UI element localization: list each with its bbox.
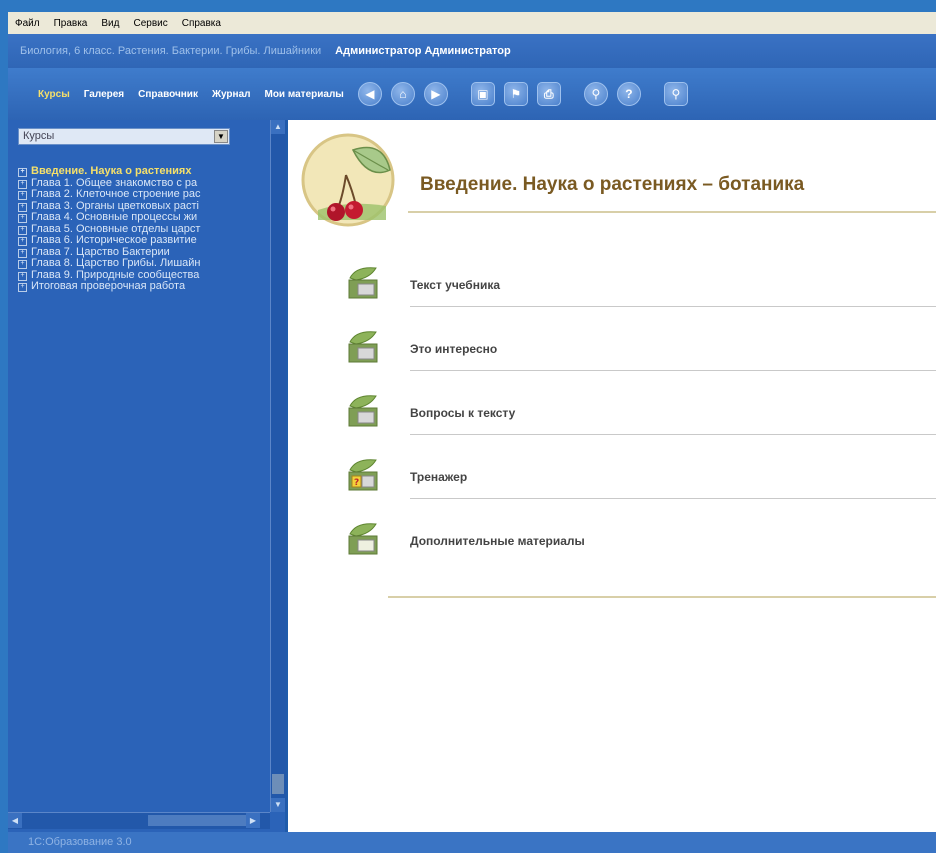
- scroll-down-icon[interactable]: ▼: [271, 798, 285, 812]
- expand-icon[interactable]: +: [18, 237, 27, 246]
- chevron-down-icon[interactable]: ▼: [214, 130, 228, 143]
- app-window: Файл Правка Вид Сервис Справка Биология,…: [8, 12, 936, 853]
- expand-icon[interactable]: +: [18, 283, 27, 292]
- tree-item[interactable]: + Глава 6. Историческое развитие: [18, 235, 268, 247]
- leaf-book-icon: [348, 331, 378, 363]
- tree-item[interactable]: + Глава 5. Основные отделы царст: [18, 224, 268, 236]
- status-text: 1С:Образование 3.0: [28, 836, 132, 848]
- home-icon[interactable]: ⌂: [390, 82, 415, 106]
- print-icon[interactable]: ⎙: [536, 82, 561, 106]
- leaf-book-icon: [348, 395, 378, 427]
- tree-item[interactable]: + Глава 8. Царство Грибы. Лишайн: [18, 258, 268, 270]
- expand-icon[interactable]: +: [18, 168, 27, 177]
- content-area: Введение. Наука о растениях – ботаника Т…: [288, 120, 936, 832]
- user-name: Администратор Администратор: [335, 45, 511, 57]
- tree-item[interactable]: + Глава 9. Природные сообщества: [18, 270, 268, 282]
- bottom-divider: [388, 596, 936, 598]
- scroll-thumb[interactable]: [272, 774, 284, 794]
- course-title: Биология, 6 класс. Растения. Бактерии. Г…: [20, 45, 322, 57]
- tree-item[interactable]: + Итоговая проверочная работа: [18, 281, 268, 293]
- item-interesting[interactable]: Это интересно: [410, 342, 497, 356]
- divider: [410, 370, 936, 371]
- expand-icon[interactable]: +: [18, 225, 27, 235]
- expand-icon[interactable]: +: [18, 214, 27, 223]
- sidebar-horizontal-scrollbar[interactable]: ◀ ▶: [8, 812, 270, 829]
- tree-item[interactable]: + Глава 2. Клеточное строение рас: [18, 189, 268, 201]
- divider: [410, 434, 936, 435]
- expand-icon[interactable]: +: [18, 191, 27, 200]
- divider: [410, 306, 936, 307]
- menu-file[interactable]: Файл: [8, 18, 47, 29]
- list-item[interactable]: Это интересно: [346, 318, 936, 382]
- title-divider: [408, 211, 936, 213]
- tree-item[interactable]: + Глава 1. Общее знакомство с ра: [18, 178, 268, 190]
- nav-gallery[interactable]: Галерея: [84, 89, 124, 100]
- menu-help[interactable]: Справка: [175, 18, 228, 29]
- help-icon[interactable]: ?: [616, 82, 641, 106]
- expand-icon[interactable]: +: [18, 248, 27, 258]
- list-item[interactable]: ? Тренажер: [346, 446, 936, 510]
- zoom-icon[interactable]: ⚲: [663, 82, 688, 106]
- divider: [410, 498, 936, 499]
- course-select[interactable]: Курсы ▼: [18, 128, 230, 145]
- svg-text:?: ?: [354, 478, 359, 488]
- tree-item[interactable]: + Глава 3. Органы цветковых расті: [18, 201, 268, 213]
- page-title: Введение. Наука о растениях – ботаника: [420, 174, 805, 195]
- nav-my-materials[interactable]: Мои материалы: [264, 89, 343, 100]
- list-item[interactable]: Вопросы к тексту: [346, 382, 936, 446]
- course-tree: + Введение. Наука о растениях + Глава 1. О…: [18, 166, 268, 293]
- menu-service[interactable]: Сервис: [126, 18, 174, 29]
- item-trainer[interactable]: Тренажер: [410, 470, 467, 484]
- sidebar-vertical-scrollbar[interactable]: ▲ ▼: [270, 120, 286, 812]
- forward-icon[interactable]: ▶: [423, 82, 448, 106]
- menu-bar: Файл Правка Вид Сервис Справка: [8, 12, 936, 35]
- item-additional-materials[interactable]: Дополнительные материалы: [410, 534, 585, 548]
- list-item[interactable]: Дополнительные материалы: [346, 510, 936, 574]
- bookmark-icon[interactable]: ⚑: [503, 82, 528, 106]
- cherry-leaf-logo-icon: [301, 133, 395, 227]
- scroll-up-icon[interactable]: ▲: [271, 120, 285, 134]
- course-select-value: Курсы: [23, 130, 55, 142]
- item-textbook[interactable]: Текст учебника: [410, 278, 500, 292]
- toolbar: Курсы Галерея Справочник Журнал Мои мате…: [8, 68, 936, 120]
- expand-icon[interactable]: +: [18, 260, 27, 269]
- tree-item[interactable]: + Глава 7. Царство Бактерии: [18, 247, 268, 259]
- leaf-book-icon: [348, 267, 378, 299]
- scroll-right-icon[interactable]: ▶: [246, 813, 260, 828]
- leaf-quiz-icon: ?: [348, 459, 378, 491]
- status-bar: 1С:Образование 3.0: [8, 832, 936, 853]
- leaf-folder-icon: [348, 523, 378, 555]
- fullscreen-icon[interactable]: ▣: [470, 82, 495, 106]
- scroll-thumb[interactable]: [148, 815, 246, 826]
- course-title-bar: Биология, 6 класс. Растения. Бактерии. Г…: [8, 34, 936, 68]
- nav-courses[interactable]: Курсы: [38, 89, 70, 100]
- menu-view[interactable]: Вид: [94, 18, 126, 29]
- expand-icon[interactable]: +: [18, 179, 27, 189]
- menu-edit[interactable]: Правка: [47, 18, 95, 29]
- sidebar: Курсы ▼ + Введение. Наука о растениях + Гл…: [8, 120, 286, 832]
- item-questions[interactable]: Вопросы к тексту: [410, 406, 515, 420]
- back-icon[interactable]: ◀: [357, 82, 382, 106]
- tree-item[interactable]: + Глава 4. Основные процессы жи: [18, 212, 268, 224]
- tree-item[interactable]: + Введение. Наука о растениях: [18, 166, 268, 178]
- scroll-left-icon[interactable]: ◀: [8, 813, 22, 828]
- search-icon[interactable]: ⚲: [583, 82, 608, 106]
- expand-icon[interactable]: +: [18, 202, 27, 212]
- nav-reference[interactable]: Справочник: [138, 89, 198, 100]
- nav-journal[interactable]: Журнал: [212, 89, 251, 100]
- list-item[interactable]: Текст учебника: [346, 254, 936, 318]
- expand-icon[interactable]: +: [18, 271, 27, 281]
